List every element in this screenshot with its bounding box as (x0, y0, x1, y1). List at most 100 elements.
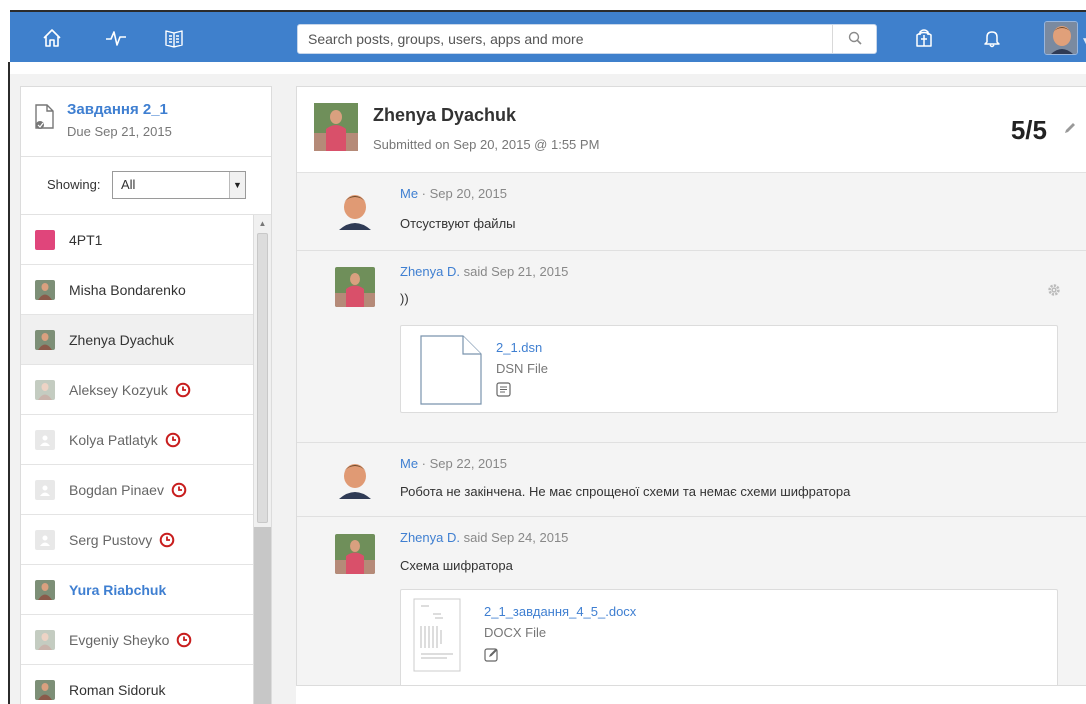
commenter-avatar (335, 534, 375, 574)
comment-author-name[interactable]: Me (400, 186, 418, 201)
student-name-label: Roman Sidoruk (69, 681, 166, 698)
late-clock-icon (171, 482, 187, 498)
comment-author-name[interactable]: Zhenya D. (400, 264, 460, 279)
late-clock-icon (176, 632, 192, 648)
comment-thread: Me · Sep 20, 2015 Отсуствуют файлы Zheny… (297, 173, 1086, 685)
group-color-swatch (35, 229, 55, 250)
submission-date: Submitted on Sep 20, 2015 @ 1:55 PM (373, 137, 600, 152)
pencil-icon[interactable] (1063, 121, 1077, 138)
comment-item: Zhenya D. said Sep 24, 2015 Схема шифрат… (297, 517, 1086, 685)
chevron-down-icon[interactable]: ▼ (1081, 36, 1086, 47)
main-panel-footer (296, 686, 1086, 704)
library-icon[interactable] (160, 24, 188, 52)
attachment-type: DOCX File (484, 625, 547, 640)
comment-author: Zhenya D. said Sep 24, 2015 (400, 530, 569, 545)
home-icon[interactable] (38, 24, 66, 52)
attachment-card[interactable]: 2_1_завдання_4_5_.docx DOCX File (400, 589, 1058, 685)
commenter-avatar (335, 267, 375, 307)
student-list-item[interactable]: Kolya Patlatyk (21, 415, 253, 465)
user-avatar[interactable] (1044, 21, 1078, 55)
comment-date: Sep 21, 2015 (491, 264, 569, 279)
student-name-label: Kolya Patlatyk (69, 431, 158, 448)
submission-header: Zhenya Dyachuk Submitted on Sep 20, 2015… (297, 87, 1086, 173)
student-list-panel: Завдання 2_1 Due Sep 21, 2015 Showing: A… (20, 86, 272, 704)
filter-select[interactable]: All ▼ (112, 171, 246, 199)
student-name-label: Yura Riabchuk (69, 581, 167, 598)
student-list-item[interactable]: Evgeniy Sheyko (21, 615, 253, 665)
document-icon (419, 334, 483, 409)
comment-author-name[interactable]: Zhenya D. (400, 530, 460, 545)
student-name-label: Serg Pustovy (69, 531, 153, 548)
grade-value: 5/5 (1010, 115, 1047, 145)
comment-text: )) (400, 291, 409, 306)
student-list-item[interactable]: Bogdan Pinaev (21, 465, 253, 515)
filter-selected-value: All (121, 177, 136, 192)
late-clock-icon (175, 382, 191, 398)
scroll-up-icon[interactable]: ▲ (254, 215, 271, 231)
assignment-file-icon (33, 103, 57, 134)
late-clock-icon (165, 432, 181, 448)
activity-icon[interactable] (102, 24, 130, 52)
assignment-header: Завдання 2_1 Due Sep 21, 2015 (21, 87, 271, 157)
comment-text: Схема шифратора (400, 558, 513, 573)
commenter-avatar (335, 190, 375, 230)
comment-date: Sep 20, 2015 (429, 186, 507, 201)
attachment-name[interactable]: 2_1.dsn (496, 340, 542, 355)
comment-item: Zhenya D. said Sep 21, 2015 )) 2_1.dsn D… (297, 251, 1086, 443)
commenter-avatar (335, 459, 375, 499)
student-name-label: 4PT1 (69, 231, 103, 248)
assignment-due-date: Due Sep 21, 2015 (67, 124, 172, 139)
search-button[interactable] (832, 25, 876, 53)
student-list-item[interactable]: Yura Riabchuk (21, 565, 253, 615)
attachment-card[interactable]: 2_1.dsn DSN File (400, 325, 1058, 413)
student-list-item[interactable]: Roman Sidoruk (21, 665, 253, 704)
student-list-scrollbar[interactable]: ▲ (253, 215, 271, 704)
top-bar-frame: ▼ (0, 0, 1086, 74)
search-icon (848, 31, 862, 48)
comment-author: Me · Sep 20, 2015 (400, 186, 507, 201)
student-list-item[interactable]: Aleksey Kozyuk (21, 365, 253, 415)
document-thumbnail-icon (413, 598, 461, 675)
comment-item: Me · Sep 22, 2015 Робота не закінчена. Н… (297, 443, 1086, 517)
student-avatar (35, 379, 55, 400)
comment-date: Sep 24, 2015 (491, 530, 569, 545)
student-avatar (35, 579, 55, 600)
student-avatar (35, 279, 55, 300)
scroll-track-lower[interactable] (254, 527, 271, 704)
student-list-item[interactable]: Serg Pustovy (21, 515, 253, 565)
student-avatar (314, 103, 358, 151)
filter-row: Showing: All ▼ (21, 157, 271, 215)
student-list-item[interactable]: Zhenya Dyachuk (21, 315, 253, 365)
scroll-thumb[interactable] (257, 233, 268, 523)
submission-panel: Zhenya Dyachuk Submitted on Sep 20, 2015… (296, 86, 1086, 686)
bell-icon[interactable] (978, 24, 1006, 52)
gear-icon[interactable] (1047, 283, 1061, 300)
comment-item: Me · Sep 20, 2015 Отсуствуют файлы (297, 173, 1086, 251)
student-list-item[interactable]: Misha Bondarenko (21, 265, 253, 315)
student-avatar (35, 629, 55, 650)
comment-author-name[interactable]: Me (400, 456, 418, 471)
attachment-name[interactable]: 2_1_завдання_4_5_.docx (484, 604, 636, 619)
comment-author: Zhenya D. said Sep 21, 2015 (400, 264, 569, 279)
filter-label: Showing: (47, 177, 101, 192)
student-list: 4PT1 Misha Bondarenko Zhenya Dyachuk Alekse… (21, 215, 253, 704)
top-navigation-bar: ▼ (10, 10, 1086, 62)
attachment-type: DSN File (496, 361, 549, 376)
left-frame-line (8, 62, 10, 704)
dropdown-arrow-icon[interactable]: ▼ (229, 172, 245, 198)
search-input[interactable] (298, 25, 832, 53)
comment-author: Me · Sep 22, 2015 (400, 456, 507, 471)
assignment-title[interactable]: Завдання 2_1 (67, 101, 168, 118)
comment-text: Робота не закінчена. Не має спрощеної сх… (400, 484, 851, 499)
backpack-icon[interactable] (910, 24, 938, 52)
student-name-label: Zhenya Dyachuk (69, 331, 175, 348)
comment-date: Sep 22, 2015 (429, 456, 507, 471)
search-box (297, 24, 877, 54)
student-list-item[interactable]: 4PT1 (21, 215, 253, 265)
default-avatar (35, 479, 55, 500)
preview-icon[interactable] (496, 382, 511, 400)
student-name-label: Bogdan Pinaev (69, 481, 164, 498)
student-avatar (35, 679, 55, 700)
edit-document-icon[interactable] (484, 647, 499, 665)
student-name-label: Misha Bondarenko (69, 281, 186, 298)
